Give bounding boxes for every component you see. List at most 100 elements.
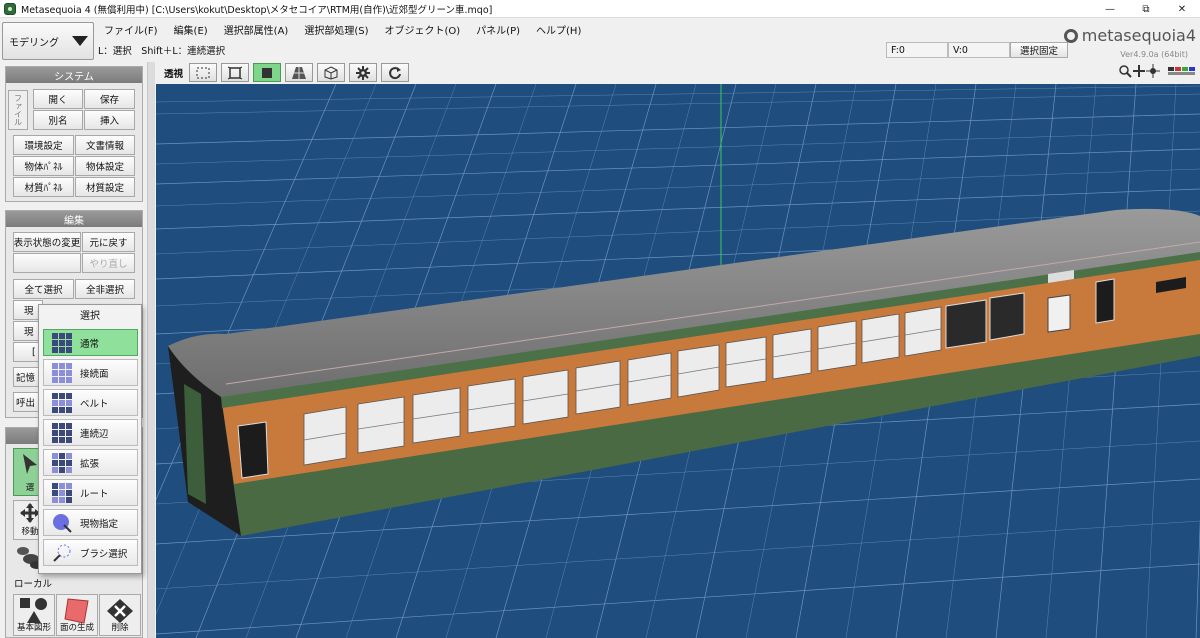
perspective-grid-icon bbox=[292, 66, 307, 79]
wireframe-view-button[interactable] bbox=[189, 63, 218, 82]
move-arrows-icon bbox=[20, 503, 40, 523]
window-title: Metasequoia 4 (無償利用中) [C:\Users\kokut\De… bbox=[21, 4, 493, 16]
version-label: Ver4.9.0a (64bit) bbox=[1120, 50, 1188, 59]
menu-file[interactable]: ファイル(F) bbox=[96, 22, 166, 37]
view-navigation-icons bbox=[1118, 64, 1196, 78]
solid-square-icon bbox=[262, 67, 273, 78]
connected-faces-icon bbox=[52, 362, 72, 383]
menu-selection-attributes[interactable]: 選択部属性(A) bbox=[216, 22, 297, 37]
object-settings-button[interactable]: 物体設定 bbox=[75, 156, 135, 176]
dashed-box-icon bbox=[196, 67, 210, 78]
viewport-scene bbox=[156, 84, 1200, 638]
solid-view-button[interactable] bbox=[253, 63, 282, 82]
select-mode-expand-label: 拡張 bbox=[80, 458, 100, 470]
toggle-display-state-button[interactable]: 表示状態の変更 bbox=[13, 232, 81, 252]
brush-select-icon bbox=[53, 544, 71, 562]
undo-button[interactable]: 元に戻す bbox=[82, 232, 135, 252]
deselect-all-button[interactable]: 全非選択 bbox=[75, 279, 135, 299]
select-mode-edge-loop-label: 連続辺 bbox=[80, 428, 109, 440]
chevron-down-icon bbox=[72, 36, 88, 46]
menu-bar: ファイル(F) 編集(E) 選択部属性(A) 選択部処理(S) オブジェクト(O… bbox=[96, 20, 589, 38]
selection-mode-popup: 選択 通常 接続面 ベルト 連続辺 拡張 ルート 現物指定 ブラシ選択 bbox=[38, 304, 142, 574]
create-face-icon bbox=[64, 598, 89, 624]
redo-button[interactable]: やり直し bbox=[82, 253, 135, 273]
logo-text: metasequoia4 bbox=[1081, 26, 1196, 45]
select-mode-normal-label: 通常 bbox=[80, 338, 100, 350]
expand-select-icon bbox=[52, 452, 72, 473]
title-bar: Metasequoia 4 (無償利用中) [C:\Users\kokut\De… bbox=[0, 0, 1200, 18]
delete-icon bbox=[107, 599, 133, 623]
select-mode-edge-loop[interactable]: 連続辺 bbox=[43, 419, 138, 446]
insert-button[interactable]: 挿入 bbox=[84, 110, 135, 130]
side-panel-scrollbar[interactable] bbox=[147, 62, 155, 638]
grid-select-icon bbox=[52, 332, 72, 353]
projection-label[interactable]: 透視 bbox=[156, 66, 189, 80]
perspective-grid-button[interactable] bbox=[285, 63, 314, 82]
blank-button[interactable] bbox=[13, 253, 81, 273]
route-select-icon bbox=[52, 482, 72, 503]
brand-logo: metasequoia4 bbox=[1063, 26, 1196, 45]
local-label[interactable]: ローカル bbox=[14, 576, 52, 590]
move-icon[interactable] bbox=[1132, 64, 1146, 78]
create-face-tool-button[interactable]: 面の生成 bbox=[56, 594, 98, 636]
face-count: F:0 bbox=[886, 42, 948, 58]
file-group-tag: ファイル bbox=[8, 90, 28, 130]
system-panel-title: システム bbox=[6, 67, 142, 83]
select-mode-brush-label: ブラシ選択 bbox=[80, 548, 128, 560]
document-info-button[interactable]: 文書情報 bbox=[75, 135, 135, 155]
save-as-button[interactable]: 別名 bbox=[33, 110, 83, 130]
edge-loop-icon bbox=[52, 422, 72, 443]
app-logo-icon bbox=[4, 2, 16, 15]
select-mode-route-label: ルート bbox=[80, 488, 109, 500]
train-car-model bbox=[168, 208, 1200, 536]
menu-help[interactable]: ヘルプ(H) bbox=[528, 22, 589, 37]
select-mode-object-label: 現物指定 bbox=[80, 518, 119, 530]
select-mode-belt-label: ベルト bbox=[80, 398, 109, 410]
open-button[interactable]: 開く bbox=[33, 89, 83, 109]
object-panel-button[interactable]: 物体ﾊﾟﾈﾙ bbox=[13, 156, 74, 176]
refresh-icon bbox=[389, 66, 402, 79]
material-settings-button[interactable]: 材質設定 bbox=[75, 177, 135, 197]
save-button[interactable]: 保存 bbox=[84, 89, 135, 109]
palette-icon[interactable] bbox=[1168, 65, 1196, 77]
refresh-button[interactable] bbox=[381, 63, 410, 82]
popup-title: 選択 bbox=[80, 310, 100, 322]
select-mode-connected[interactable]: 接続面 bbox=[43, 359, 138, 386]
menu-selection-process[interactable]: 選択部処理(S) bbox=[296, 22, 376, 37]
environment-settings-button[interactable]: 環境設定 bbox=[13, 135, 74, 155]
rotate-icon[interactable] bbox=[1146, 64, 1160, 78]
material-panel-button[interactable]: 材質ﾊﾟﾈﾙ bbox=[13, 177, 74, 197]
primitive-shapes-icon bbox=[20, 598, 47, 623]
select-tool-label: 選 bbox=[25, 483, 35, 493]
delete-tool-button[interactable]: 削除 bbox=[99, 594, 141, 636]
move-tool-label: 移動 bbox=[21, 527, 39, 537]
lock-selection-button[interactable]: 選択固定 bbox=[1010, 42, 1068, 58]
select-mode-expand[interactable]: 拡張 bbox=[43, 449, 138, 476]
window-controls: — ⧉ ✕ bbox=[1092, 0, 1200, 18]
mode-value: モデリング bbox=[9, 37, 59, 49]
cube-view-button[interactable] bbox=[317, 63, 346, 82]
select-mode-brush[interactable]: ブラシ選択 bbox=[43, 539, 138, 566]
select-mode-object[interactable]: 現物指定 bbox=[43, 509, 138, 536]
select-mode-route[interactable]: ルート bbox=[43, 479, 138, 506]
mode-dropdown[interactable]: モデリング bbox=[2, 22, 94, 60]
viewport-toolbar: 透視 bbox=[156, 62, 413, 83]
select-all-button[interactable]: 全て選択 bbox=[13, 279, 74, 299]
3d-viewport[interactable] bbox=[156, 84, 1200, 638]
belt-select-icon bbox=[52, 392, 72, 413]
logo-ring-icon bbox=[1063, 28, 1078, 43]
settings-button[interactable] bbox=[349, 63, 378, 82]
close-button[interactable]: ✕ bbox=[1164, 0, 1200, 18]
primitive-tool-button[interactable]: 基本図形 bbox=[13, 594, 55, 636]
edge-view-button[interactable] bbox=[221, 63, 250, 82]
menu-panel[interactable]: パネル(P) bbox=[468, 22, 528, 37]
status-hint: L：選択 Shift＋L：連続選択 bbox=[98, 46, 226, 57]
zoom-icon[interactable] bbox=[1118, 64, 1132, 78]
menu-object[interactable]: オブジェクト(O) bbox=[377, 22, 469, 37]
select-mode-normal[interactable]: 通常 bbox=[43, 329, 138, 356]
minimize-button[interactable]: — bbox=[1092, 0, 1128, 18]
cursor-arrow-icon bbox=[23, 454, 37, 474]
maximize-button[interactable]: ⧉ bbox=[1128, 0, 1164, 18]
select-mode-belt[interactable]: ベルト bbox=[43, 389, 138, 416]
menu-edit[interactable]: 編集(E) bbox=[166, 22, 216, 37]
